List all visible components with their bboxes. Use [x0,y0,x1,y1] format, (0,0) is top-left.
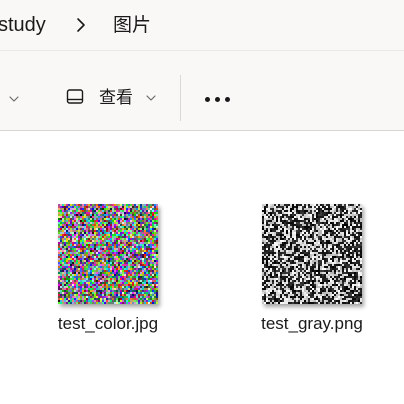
chevron-down-icon [146,95,156,101]
address-bar: study 图片 [0,0,404,51]
more-options-icon [225,97,230,102]
more-options-button[interactable] [196,85,238,113]
more-options-icon [205,97,210,102]
breadcrumb-item-pictures[interactable]: 图片 [113,11,151,39]
file-explorer-window: study 图片 查看 test_color.jpg test_gray.png [0,0,404,404]
more-options-icon [215,97,220,102]
breadcrumb-item-study[interactable]: study [0,11,46,39]
view-button[interactable]: 查看 [56,81,164,117]
file-list: test_color.jpg test_gray.png [0,131,404,404]
chevron-down-icon[interactable] [9,94,19,104]
command-bar: 查看 [0,51,404,131]
file-item-test-gray[interactable]: test_gray.png [242,201,382,341]
command-bar-divider [180,75,181,121]
file-name: test_gray.png [261,314,363,333]
view-layout-icon [66,89,84,104]
color-noise-thumbnail [58,204,158,304]
gray-noise-thumbnail [262,204,362,304]
view-button-label: 查看 [99,88,133,108]
chevron-right-icon[interactable] [73,17,89,33]
file-item-test-color[interactable]: test_color.jpg [38,201,178,341]
file-name: test_color.jpg [57,314,159,333]
